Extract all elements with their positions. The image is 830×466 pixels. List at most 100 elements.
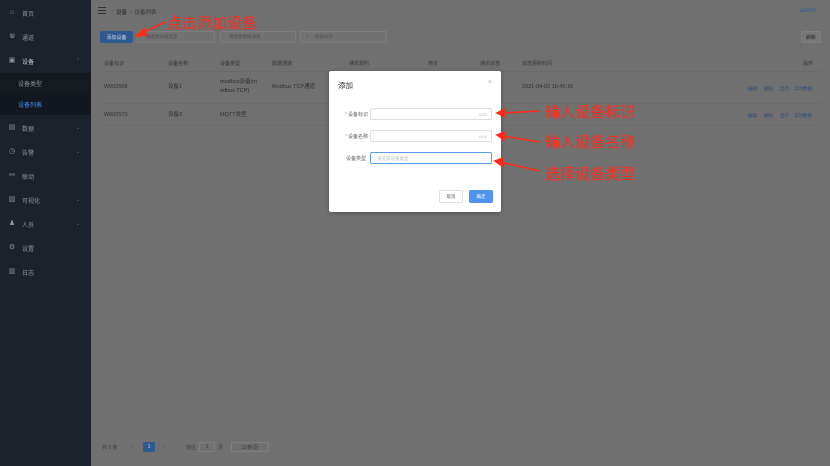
cell-device-type: MQTT类型 (220, 112, 247, 118)
breadcrumb-item[interactable]: 设备 (116, 10, 127, 16)
sidebar-item-label: 日志 (22, 270, 35, 277)
sidebar-subitem-label: 设备列表 (18, 103, 43, 109)
show-link[interactable]: 显示 (780, 113, 789, 119)
link-icon: ⚯ (9, 172, 15, 179)
cell-device-id: W002570 (104, 112, 128, 118)
page-size-select[interactable]: 10条/页 (231, 442, 269, 452)
table-header-cell: 操作 (803, 61, 814, 67)
page-unit-label: 页 (218, 444, 224, 451)
table-header-row: 设备标识 设备名称 设备类型 数据通道 通讯规约 地址 通讯状态 状态更新时间 … (100, 56, 821, 72)
sidebar-subitem-device-list[interactable]: 设备列表 (0, 94, 91, 115)
show-link[interactable]: 显示 (780, 86, 789, 92)
cell-device-name: 设备2 (168, 112, 183, 118)
cell-device-type-cont: odbus TCP) (220, 88, 250, 94)
sidebar-item-label: 告警 (22, 150, 35, 157)
cell-device-id: W002568 (104, 84, 128, 90)
chevron-down-icon: ⌄ (481, 155, 486, 161)
table-header-cell: 状态更新时间 (522, 61, 553, 67)
data-icon: ▤ (8, 124, 16, 131)
home-icon: ⌂ (9, 9, 15, 16)
device-name-label: *设备名称 (335, 133, 368, 140)
device-type-placeholder: 请选择设备类型 (377, 156, 409, 161)
table-header-cell: 设备标识 (104, 61, 125, 67)
table-header-cell: 设备名称 (168, 61, 189, 67)
chevron-down-icon: ⌄ (76, 149, 81, 155)
next-page-button[interactable]: › (160, 442, 170, 452)
confirm-button[interactable]: 确定 (469, 190, 493, 203)
sidebar-item-label: 首页 (22, 11, 35, 18)
main-content: 设备 / 设备列表 admin 添加设备 请选择设备类型 ⌄ 请选择数据通道 ⌄ ⌕… (91, 0, 830, 466)
sidebar-item-label: 人员 (22, 222, 35, 229)
sidebar-item-channel[interactable]: ⋓ 通道 (0, 25, 91, 49)
device-name-label-text: 设备名称 (347, 134, 368, 140)
visual-icon: ▨ (8, 196, 16, 203)
table-header-cell: 设备类型 (220, 61, 241, 67)
sidebar-item-home[interactable]: ⌂ 首页 (0, 1, 91, 25)
required-mark: * (345, 134, 347, 140)
table-header-cell: 通讯状态 (480, 61, 501, 67)
annotation-device-type: 选择设备类型 (545, 165, 636, 183)
sidebar-item-visual[interactable]: ▨ 可视化 ⌄ (0, 188, 91, 212)
page-number-current[interactable]: 1 (143, 442, 155, 452)
sidebar-subitem-device-type[interactable]: 设备类型 (0, 73, 91, 94)
table-header-cell: 通讯规约 (349, 61, 370, 67)
device-type-label: 设备类型 (345, 156, 366, 162)
log-icon: ▥ (8, 268, 16, 275)
edit-link[interactable]: 编辑 (748, 113, 757, 119)
close-icon[interactable]: × (488, 79, 492, 86)
device-name-input[interactable]: 0/20 (370, 130, 492, 142)
user-icon: ♟ (8, 220, 16, 227)
annotation-add-device: 点击添加设备 (167, 14, 258, 32)
sidebar-subitem-label: 设备类型 (18, 82, 43, 88)
cell-device-type: modbus设备(m (220, 79, 257, 85)
search-icon: ⌕ (306, 34, 309, 40)
device-id-input[interactable]: 0/20 (370, 108, 492, 120)
search-input[interactable]: ⌕ 搜索标识 (300, 31, 387, 43)
device-id-label-text: 设备标识 (347, 112, 368, 118)
settings-icon: ⚙ (8, 244, 16, 251)
cell-update-time: 2021-04-02 16:45:16 (522, 84, 574, 90)
sidebar-item-users[interactable]: ♟ 人员 ⌄ (0, 212, 91, 236)
sidebar-item-label: 数据 (22, 126, 35, 133)
refresh-button[interactable]: 刷新 (801, 31, 821, 43)
sidebar-item-device[interactable]: ▣ 设备 ⌃ (0, 49, 91, 73)
dialog-title: 添加 (338, 81, 353, 90)
chevron-down-icon: ⌄ (76, 221, 81, 227)
device-type-select[interactable]: 请选择设备类型 ⌄ (370, 152, 492, 164)
cell-channel: Modbus TCP通道 (272, 84, 315, 90)
edit-link[interactable]: 编辑 (748, 86, 757, 92)
breadcrumb-separator: / (130, 10, 132, 16)
sidebar-item-data[interactable]: ▤ 数据 ⌄ (0, 116, 91, 140)
delete-link[interactable]: 删除 (764, 113, 773, 119)
goto-page-input[interactable]: 1 (199, 442, 215, 452)
pagination-total: 共 2 条 (102, 444, 118, 451)
required-mark: * (345, 112, 347, 118)
sidebar: ⌂ 首页 ⋓ 通道 ▣ 设备 ⌃ 设备类型 设备列表 ▤ 数据 ⌄ ◷ 告警 ⌄… (0, 0, 91, 466)
sidebar-item-label: 可视化 (22, 198, 41, 205)
char-counter: 0/20 (479, 112, 487, 117)
menu-toggle-icon[interactable] (98, 7, 106, 14)
table-header-cell: 地址 (428, 61, 439, 67)
chevron-down-icon: ⌄ (76, 125, 81, 131)
realtime-data-link[interactable]: 实时数据 (794, 113, 812, 119)
sidebar-item-label: 联动 (22, 174, 35, 181)
sidebar-item-linkage[interactable]: ⚯ 联动 (0, 164, 91, 188)
delete-link[interactable]: 删除 (764, 86, 773, 92)
prev-page-button[interactable]: ‹ (128, 442, 138, 452)
sidebar-item-alarm[interactable]: ◷ 告警 ⌄ (0, 140, 91, 164)
annotation-device-name: 输入设备名称 (545, 133, 636, 151)
search-placeholder: 搜索标识 (315, 34, 333, 39)
sidebar-item-label: 通道 (22, 35, 35, 42)
add-device-dialog: 添加 × *设备标识 0/20 *设备名称 0/20 设备类型 请选择设备类型 … (329, 71, 501, 212)
add-device-button[interactable]: 添加设备 (100, 31, 133, 43)
breadcrumb: 设备 / 设备列表 (116, 8, 157, 16)
data-channel-filter-placeholder: 请选择数据通道 (229, 34, 261, 39)
sidebar-item-log[interactable]: ▥ 日志 (0, 260, 91, 284)
user-menu[interactable]: admin (800, 8, 816, 14)
device-icon: ▣ (8, 57, 16, 64)
table-header-cell: 数据通道 (272, 61, 293, 67)
realtime-data-link[interactable]: 实时数据 (794, 86, 812, 92)
device-id-label: *设备标识 (335, 111, 368, 118)
cancel-button[interactable]: 取消 (439, 190, 463, 203)
sidebar-item-settings[interactable]: ⚙ 设置 (0, 236, 91, 260)
